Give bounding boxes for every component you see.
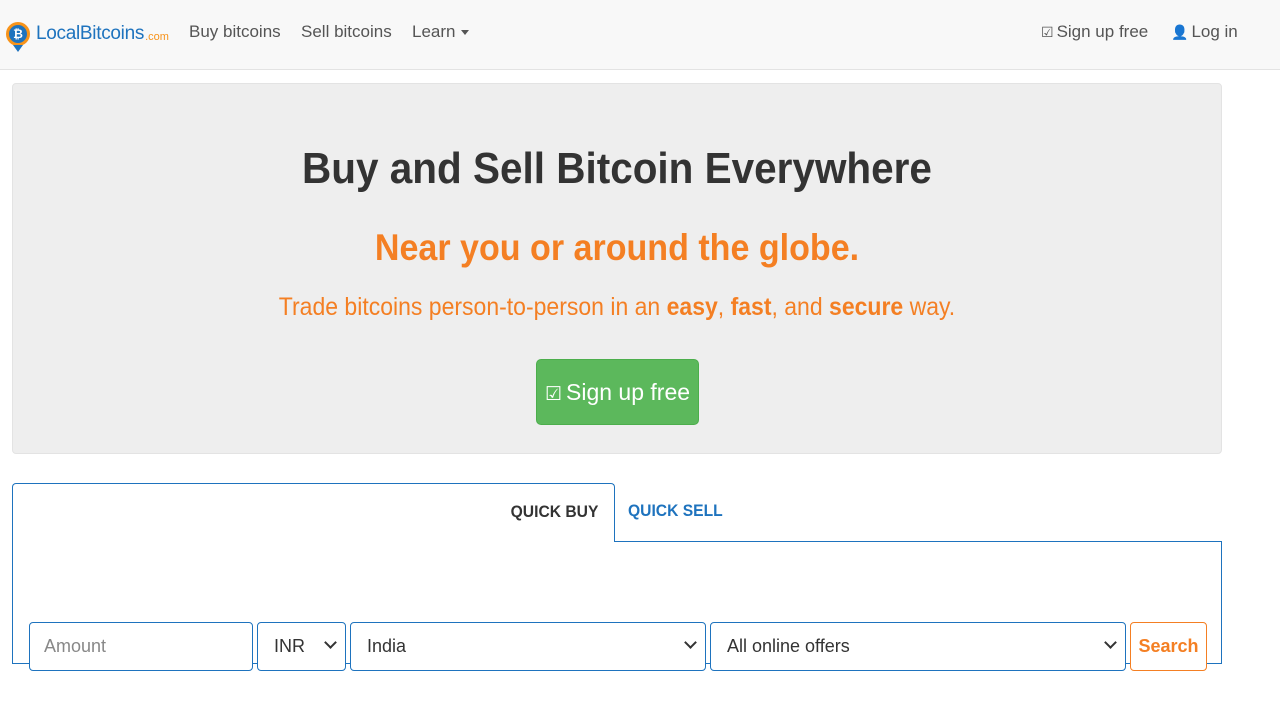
hero-tagline: Trade bitcoins person-to-person in an ea… <box>61 293 1172 322</box>
quick-buy-panel: INR India All online offers Search <box>12 541 1222 671</box>
tab-join-mask <box>13 540 614 543</box>
chevron-down-icon <box>1104 636 1117 649</box>
tab-quick-buy[interactable]: QUICK BUY <box>12 483 615 542</box>
currency-select[interactable]: INR <box>257 622 346 671</box>
search-button[interactable]: Search <box>1130 622 1207 671</box>
site-logo[interactable]: ₿ LocalBitcoins .com <box>6 10 169 58</box>
tagline-easy: easy <box>666 293 718 321</box>
nav-log-in[interactable]: 👤 Log in <box>1171 20 1238 44</box>
hero-title: Buy and Sell Bitcoin Everywhere <box>302 144 932 193</box>
nav-sell-bitcoins[interactable]: Sell bitcoins <box>301 20 392 44</box>
country-select[interactable]: India <box>350 622 706 671</box>
currency-value: INR <box>274 636 305 656</box>
hero-subtitle: Near you or around the globe. <box>374 227 860 268</box>
top-navbar: ₿ LocalBitcoins .com Buy bitcoins Sell b… <box>0 0 1280 70</box>
hero-sign-up-label: Sign up free <box>566 379 691 405</box>
logo-text: LocalBitcoins <box>36 23 145 44</box>
user-icon: 👤 <box>1171 24 1189 40</box>
tagline-text-3: , and <box>771 293 830 321</box>
nav-sign-up-label: Sign up free <box>1056 22 1149 41</box>
logo-suffix: .com <box>145 31 169 43</box>
tagline-text-4: way. <box>903 293 956 321</box>
check-square-icon: ☑ <box>544 384 562 405</box>
check-square-icon: ☑ <box>1041 24 1054 40</box>
chevron-down-icon <box>684 636 697 649</box>
chevron-down-icon <box>324 636 337 649</box>
hero-sign-up-button[interactable]: ☑ Sign up free <box>536 359 699 425</box>
tab-quick-sell[interactable]: QUICK SELL <box>628 501 723 521</box>
payment-method-select[interactable]: All online offers <box>710 622 1126 671</box>
country-value: India <box>367 636 407 656</box>
nav-log-in-label: Log in <box>1191 22 1238 41</box>
nav-learn-dropdown[interactable]: Learn <box>412 20 470 44</box>
nav-learn-label: Learn <box>412 22 456 41</box>
tagline-text-2: , <box>717 293 731 321</box>
tagline-text-1: Trade bitcoins person-to-person in an <box>278 293 667 321</box>
tagline-fast: fast <box>730 293 772 321</box>
tagline-secure: secure <box>829 293 904 321</box>
nav-sign-up[interactable]: ☑ Sign up free <box>1041 20 1148 44</box>
nav-buy-bitcoins[interactable]: Buy bitcoins <box>189 20 281 44</box>
payment-method-value: All online offers <box>727 636 850 656</box>
amount-input[interactable] <box>29 622 253 671</box>
hero-jumbotron: Buy and Sell Bitcoin Everywhere Near you… <box>12 83 1222 454</box>
quick-trade-tabs: QUICK BUY QUICK SELL INR India All onlin… <box>12 483 1222 671</box>
caret-down-icon <box>461 30 470 36</box>
bitcoin-pin-icon: ₿ <box>6 22 30 52</box>
tab-quick-buy-label: QUICK BUY <box>510 502 598 521</box>
